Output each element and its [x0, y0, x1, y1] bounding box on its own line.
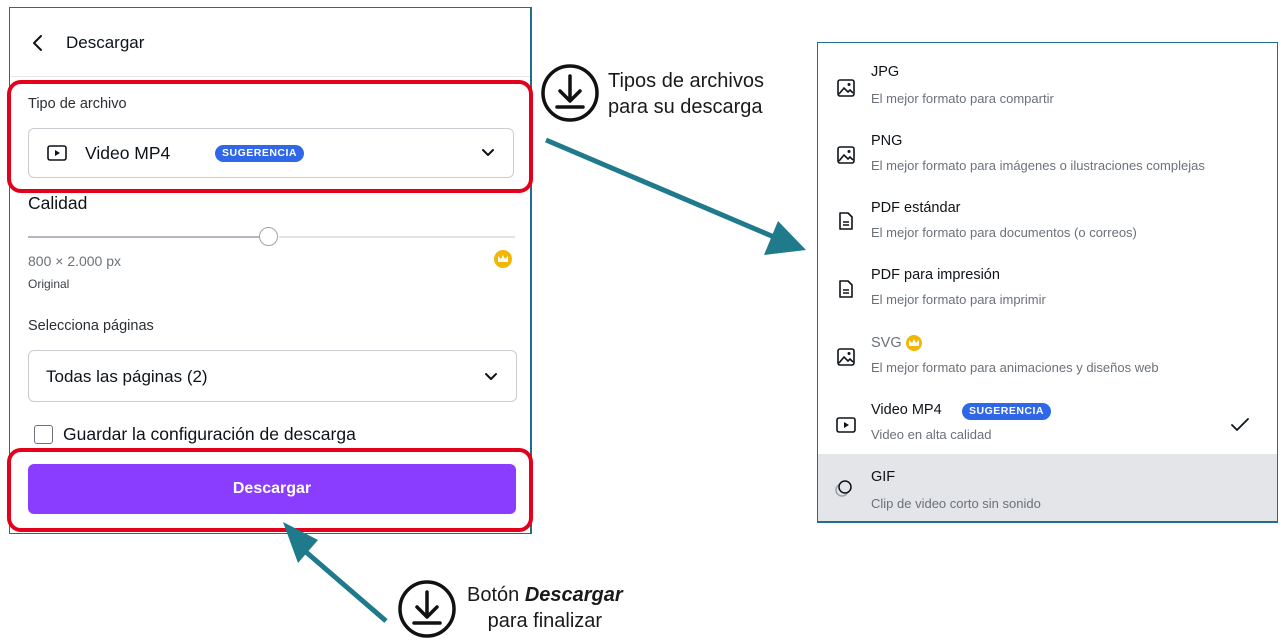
option-title: GIF — [871, 469, 896, 485]
callout-emphasis: Descargar — [524, 584, 623, 606]
suggestion-badge: SUGERENCIA — [215, 145, 305, 162]
option-title: JPG — [871, 64, 900, 80]
quality-slider-track-remaining[interactable] — [279, 236, 515, 238]
option-description: El mejor formato para compartir — [871, 91, 1054, 106]
download-panel: Descargar Tipo de archivo Video MP4 SUGE… — [9, 7, 532, 534]
callout-prefix: Botón — [467, 584, 525, 606]
file-types-callout: Tipos de archivos para su descarga — [608, 68, 764, 120]
callout-line: Tipos de archivos — [608, 70, 764, 92]
option-description: Clip de video corto sin sonido — [871, 496, 1041, 511]
document-icon — [839, 212, 853, 230]
document-icon — [839, 280, 853, 298]
file-type-option-png[interactable]: PNG El mejor formato para imágenes o ilu… — [818, 129, 1277, 195]
arrow-head-right — [764, 221, 806, 255]
quality-slider-track[interactable] — [28, 236, 261, 238]
option-description: El mejor formato para animaciones y dise… — [871, 360, 1159, 375]
option-description: Video en alta calidad — [871, 427, 992, 442]
download-circle-icon — [398, 580, 456, 638]
pages-value: Todas las páginas (2) — [46, 367, 208, 386]
arrow-to-file-types — [545, 137, 775, 240]
size-name: Original — [28, 277, 70, 291]
option-title: PDF estándar — [871, 200, 961, 216]
suggestion-badge: SUGERENCIA — [962, 403, 1052, 420]
panel-header: Descargar — [10, 8, 530, 77]
video-icon — [47, 145, 67, 161]
quality-label: Calidad — [28, 193, 88, 213]
gif-icon — [835, 480, 852, 497]
option-description: El mejor formato para documentos (o corr… — [871, 225, 1137, 240]
image-icon — [837, 348, 855, 366]
option-title: Video MP4 — [871, 402, 942, 418]
callout-line: para su descarga — [608, 96, 763, 118]
premium-crown-icon — [494, 250, 512, 268]
checkmark-icon — [1231, 418, 1249, 431]
option-title: SVG — [871, 335, 902, 351]
file-type-dropdown: JPG El mejor formato para compartir PNG … — [817, 42, 1278, 523]
chevron-down-icon — [485, 373, 497, 380]
pages-label: Selecciona páginas — [28, 318, 154, 334]
video-icon — [836, 417, 856, 433]
panel-title: Descargar — [66, 33, 145, 52]
file-type-select[interactable]: Video MP4 SUGERENCIA — [28, 128, 514, 178]
dimensions-text: 800 × 2.000 px — [28, 253, 122, 269]
image-icon — [837, 146, 855, 164]
file-type-option-pdf-print[interactable]: PDF para impresión El mejor formato para… — [818, 264, 1277, 330]
option-title: PDF para impresión — [871, 267, 1000, 283]
download-callout: Botón Descargar para finalizar — [467, 582, 623, 634]
file-type-option-svg[interactable]: SVG El mejor formato para animaciones y … — [818, 332, 1277, 398]
file-type-value: Video MP4 — [85, 143, 171, 163]
pages-select[interactable]: Todas las páginas (2) — [28, 350, 517, 402]
file-type-option-gif[interactable]: GIF Clip de video corto sin sonido — [818, 454, 1277, 521]
option-description: El mejor formato para imprimir — [871, 292, 1046, 307]
callout-line: Botón Descargar — [467, 582, 623, 608]
premium-crown-icon — [906, 335, 922, 351]
save-settings-checkbox[interactable] — [34, 425, 53, 444]
file-type-option-pdf-standard[interactable]: PDF estándar El mejor formato para docum… — [818, 197, 1277, 263]
chevron-down-icon — [482, 149, 494, 156]
download-button[interactable]: Descargar — [28, 464, 516, 514]
arrow-to-download-button — [304, 550, 388, 623]
file-type-option-jpg[interactable]: JPG El mejor formato para compartir — [818, 61, 1277, 127]
option-title: PNG — [871, 133, 903, 149]
download-circle-icon — [541, 64, 599, 122]
image-icon — [837, 79, 855, 97]
chevron-left-icon[interactable] — [30, 33, 46, 53]
option-description: El mejor formato para imágenes o ilustra… — [871, 158, 1205, 173]
save-settings-label[interactable]: Guardar la configuración de descarga — [63, 424, 356, 445]
quality-slider-thumb[interactable] — [259, 227, 278, 246]
callout-line: para finalizar — [487, 610, 603, 632]
file-type-label: Tipo de archivo — [28, 96, 127, 112]
